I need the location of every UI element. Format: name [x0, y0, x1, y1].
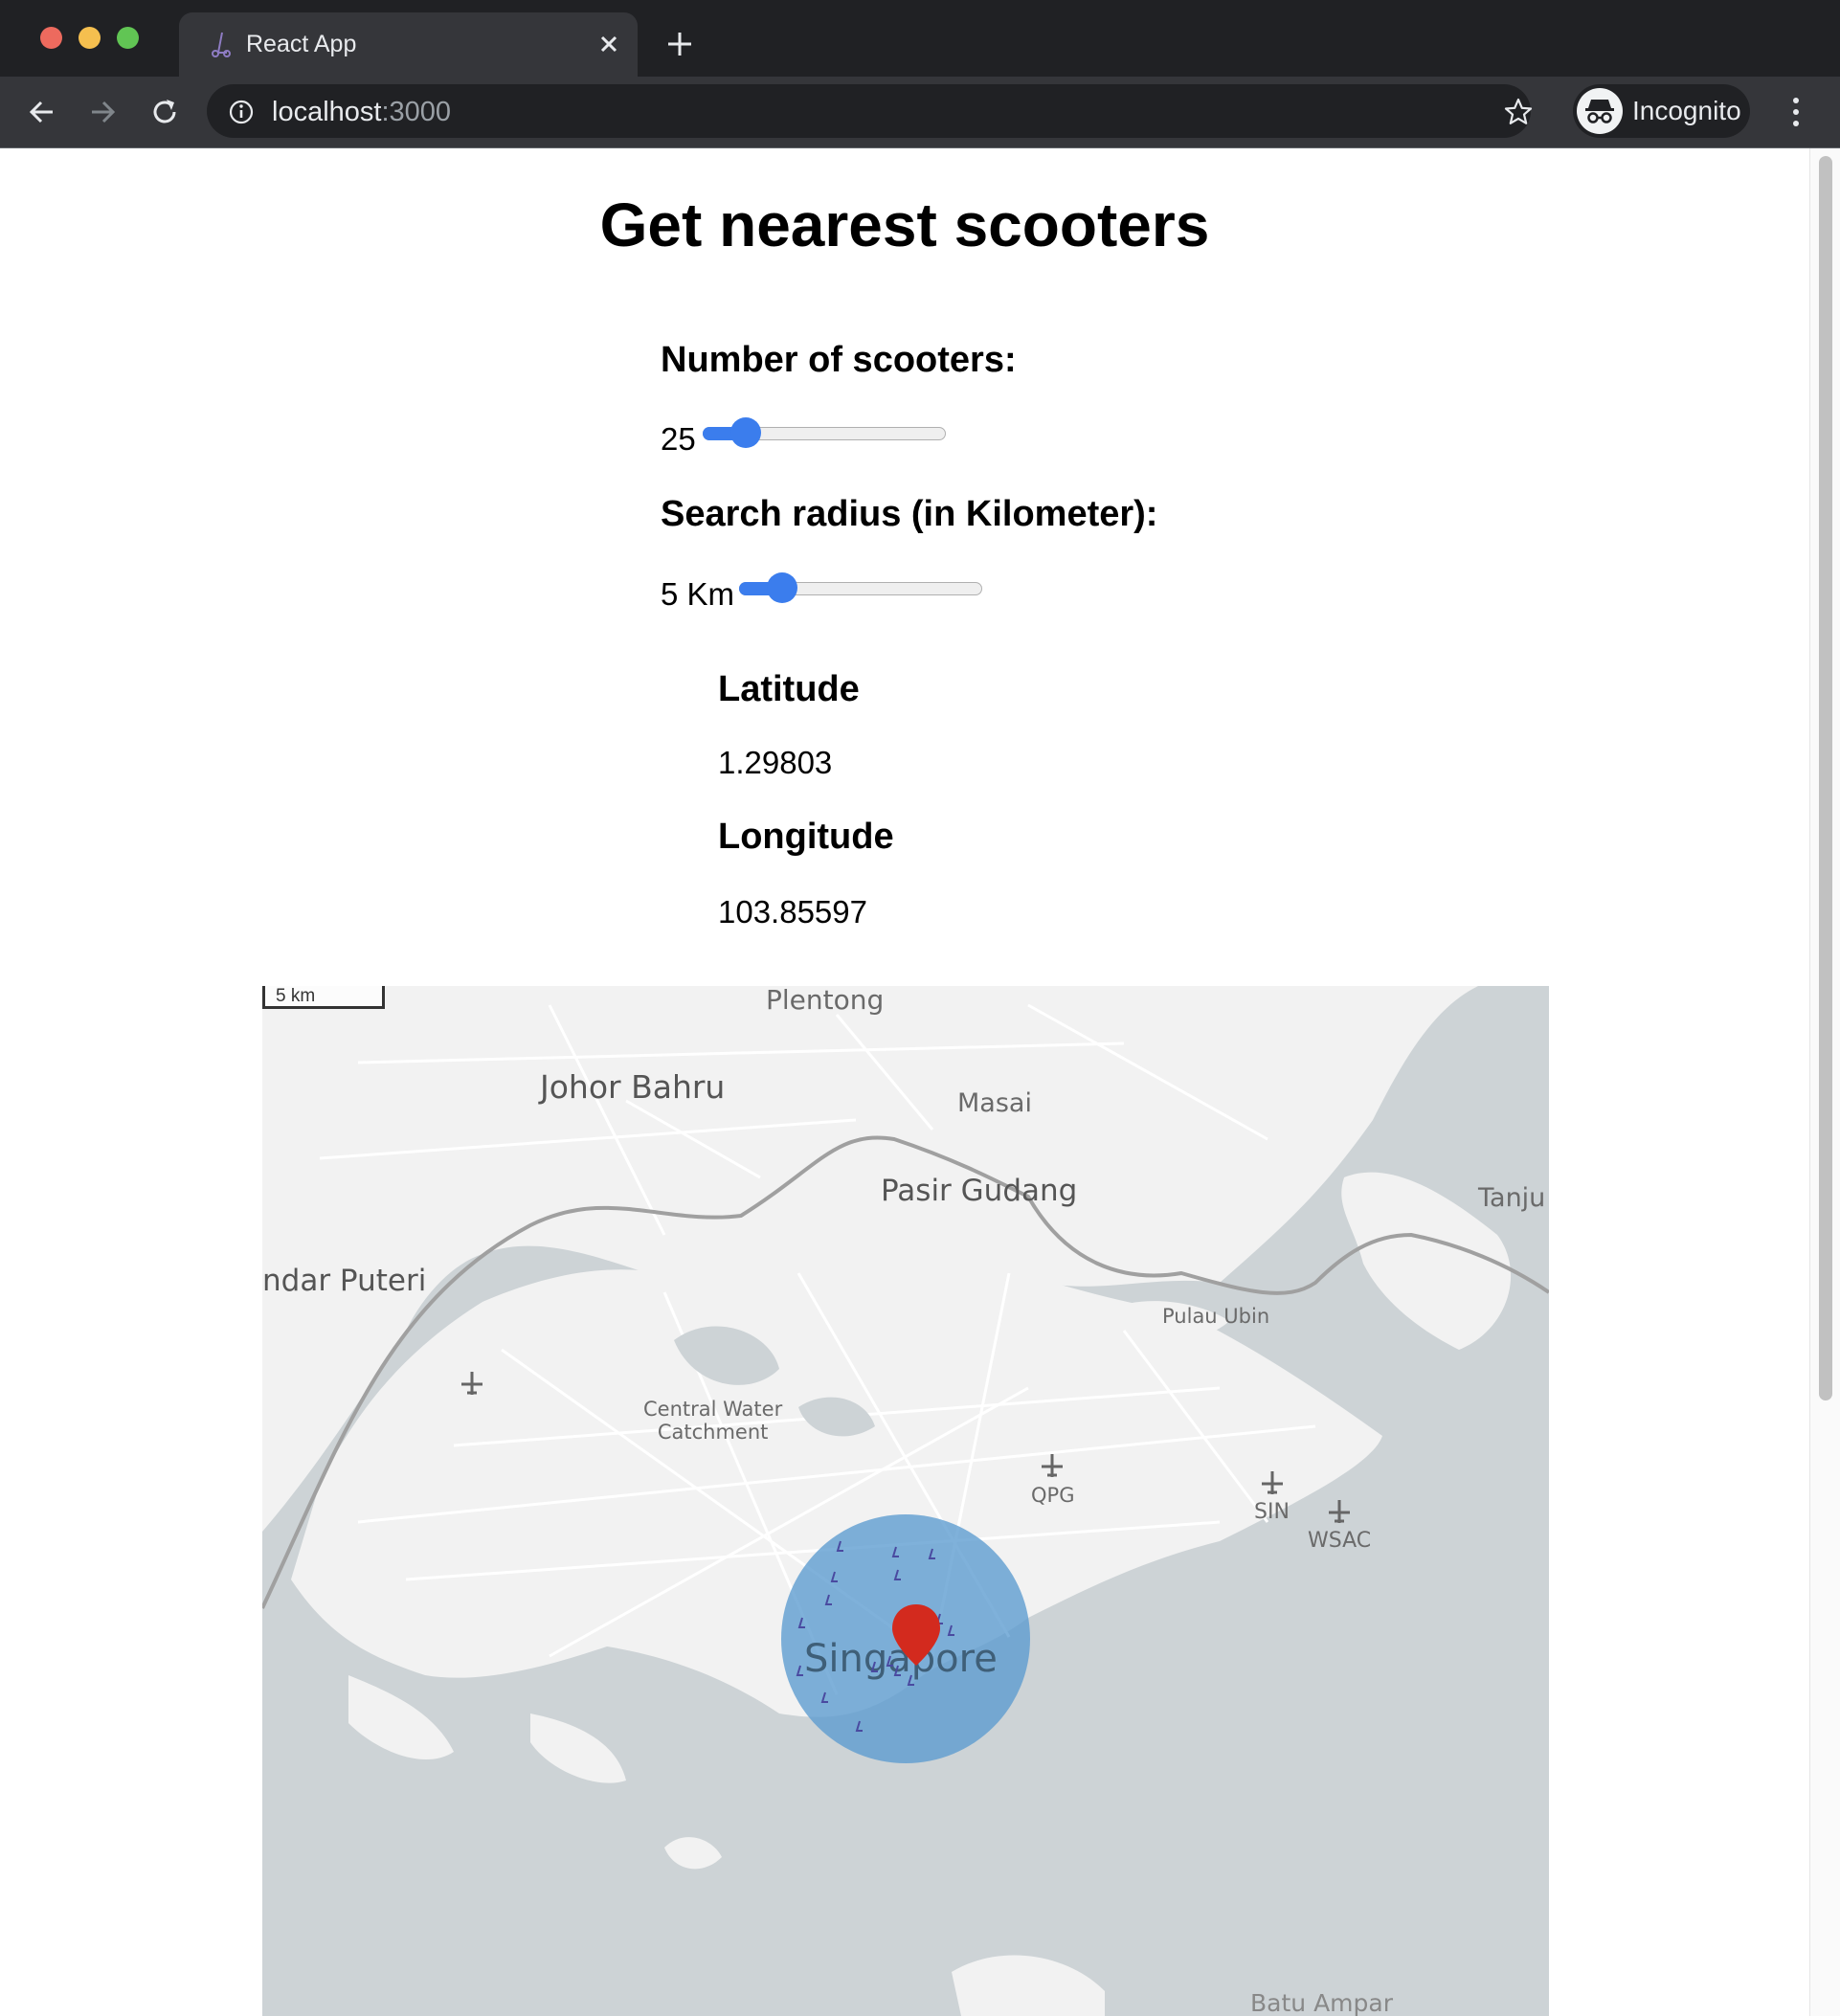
slider-thumb[interactable] [729, 417, 761, 448]
place-label-bandar-puteri: ndar Puteri [262, 1264, 427, 1298]
incognito-icon [1585, 100, 1614, 123]
forward-arrow-icon[interactable] [84, 94, 121, 130]
bookmark-star-icon[interactable] [1502, 96, 1535, 128]
minimize-window-button[interactable] [79, 27, 101, 49]
airport-icon [1042, 1454, 1063, 1477]
back-arrow-icon[interactable] [24, 94, 60, 130]
place-label-johor-bahru: Johor Bahru [540, 1068, 726, 1106]
incognito-label: Incognito [1632, 96, 1741, 125]
map-scale-bar: 5 km [262, 986, 385, 1009]
scooter-marker-icon [820, 1691, 828, 1703]
airport-icon [1262, 1471, 1283, 1494]
scooter-favicon-icon [212, 32, 231, 57]
latitude-label: Latitude [718, 669, 860, 709]
scooter-count-slider[interactable] [703, 417, 946, 448]
scooter-marker-icon [796, 1665, 803, 1676]
scooter-marker-icon [891, 1546, 899, 1557]
place-label-masai: Masai [957, 1088, 1032, 1118]
url-text: localhost:3000 [272, 96, 451, 128]
page-edge-divider [0, 147, 1840, 148]
address-bar[interactable]: localhost:3000 [207, 84, 1533, 138]
tab-title: React App [246, 31, 357, 57]
place-label-tanju: Tanju [1478, 1183, 1546, 1213]
airport-label-sin: SIN [1254, 1500, 1290, 1524]
radius-slider[interactable] [739, 572, 982, 603]
page-title: Get nearest scooters [599, 190, 1210, 259]
scooter-marker-icon [870, 1661, 878, 1672]
close-window-button[interactable] [40, 27, 62, 49]
close-tab-icon[interactable] [593, 28, 625, 60]
place-label-pulau-ubin: Pulau Ubin [1162, 1305, 1270, 1328]
slider-thumb[interactable] [766, 572, 797, 603]
scooter-marker-icon [836, 1540, 843, 1552]
latitude-value: 1.29803 [718, 745, 833, 780]
scooter-count-value: 25 [661, 421, 696, 457]
vertical-scrollbar[interactable] [1809, 148, 1840, 2016]
scooter-marker-icon [947, 1624, 954, 1636]
airport-label-wsac: WSAC [1308, 1529, 1372, 1553]
airport-label-qpg: QPG [1031, 1484, 1075, 1507]
scooter-marker-icon [797, 1617, 805, 1628]
menu-kebab-icon[interactable] [1786, 94, 1806, 130]
site-info-icon[interactable] [228, 99, 255, 125]
airport-icon [461, 1372, 482, 1395]
browser-tab-strip: React App [0, 0, 1840, 77]
map-base-layer [262, 986, 1549, 2016]
central-water-line-2: Catchment [657, 1421, 769, 1444]
scrollbar-thumb[interactable] [1819, 156, 1832, 1400]
place-label-pasir-gudang: Pasir Gudang [881, 1174, 1078, 1208]
scooter-marker-icon [928, 1548, 935, 1559]
url-port: :3000 [381, 97, 452, 127]
radius-value: 5 Km [661, 576, 735, 612]
scale-label: 5 km [276, 986, 316, 1006]
incognito-badge [1577, 88, 1623, 134]
scooter-marker-icon [855, 1720, 863, 1732]
place-label-batu-ampar: Batu Ampar [1250, 1989, 1393, 2016]
scooter-marker-icon [893, 1569, 901, 1580]
url-host: localhost [272, 97, 382, 127]
browser-toolbar: localhost:3000 Incognito [0, 77, 1840, 147]
map-view[interactable]: 5 km Plentong Johor Bahru Masai Pasir Gu… [262, 986, 1549, 2016]
browser-tab[interactable]: React App [179, 12, 638, 77]
airport-icon [1329, 1500, 1350, 1523]
current-location-pin-icon[interactable] [890, 1602, 942, 1669]
place-label-plentong: Plentong [766, 986, 885, 1016]
new-tab-icon[interactable] [662, 27, 697, 61]
longitude-label: Longitude [718, 817, 894, 857]
scooter-marker-icon [830, 1571, 838, 1582]
scooter-marker-icon [907, 1674, 914, 1686]
place-label-central-water: Central Water Catchment [643, 1398, 782, 1444]
incognito-profile-button[interactable]: Incognito [1573, 84, 1750, 138]
maximize-window-button[interactable] [117, 27, 139, 49]
central-water-line-1: Central Water [643, 1398, 783, 1421]
longitude-value: 103.85597 [718, 894, 867, 930]
scooter-marker-icon [824, 1594, 832, 1605]
radius-label: Search radius (in Kilometer): [661, 494, 1158, 534]
scooter-count-label: Number of scooters: [661, 340, 1017, 380]
reload-icon[interactable] [146, 94, 183, 130]
